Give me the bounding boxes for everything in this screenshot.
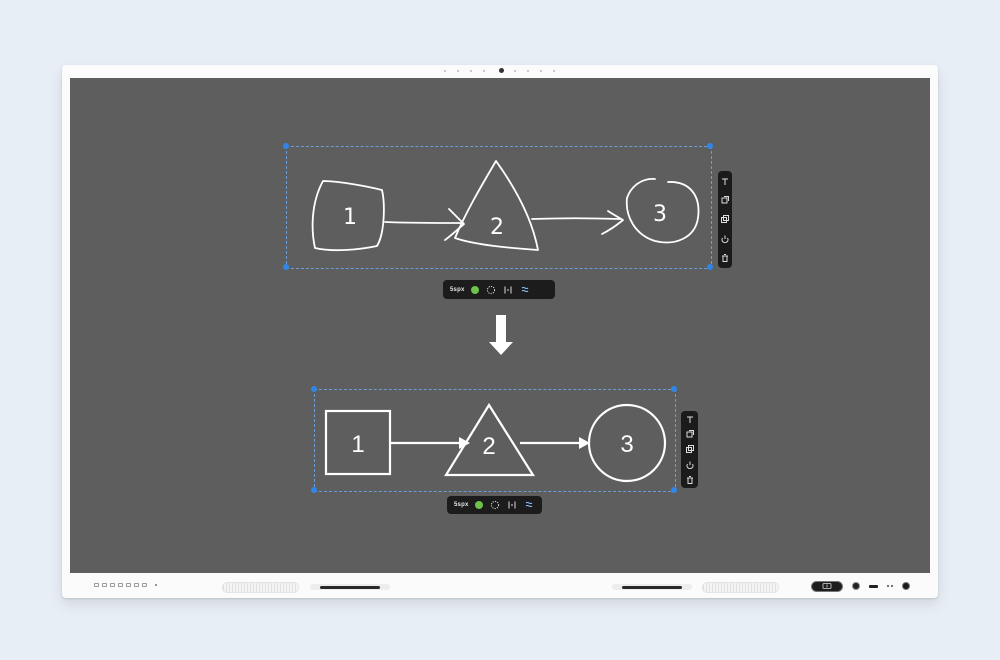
- stroke-color-swatch[interactable]: [475, 501, 484, 509]
- sensor-dot: [457, 70, 459, 72]
- recognized-format-toolbar: 5spx: [447, 496, 542, 514]
- input-source-icon: [822, 583, 832, 589]
- interactive-display-frame: 1 2 3 5spx 1 2 3 5spx: [62, 65, 938, 598]
- recognized-side-toolbar: [681, 411, 698, 488]
- fill-dotted-circle-icon[interactable]: [490, 500, 500, 510]
- right-speaker-grille: [702, 582, 779, 593]
- line-style-icon[interactable]: [507, 500, 517, 510]
- front-ports: [94, 583, 157, 589]
- sensor-dot: [444, 70, 446, 72]
- stylus-pen-right[interactable]: [622, 585, 682, 589]
- card-slot-icon: [869, 584, 878, 588]
- input-source-button[interactable]: [811, 580, 843, 592]
- copy-icon[interactable]: [685, 429, 695, 439]
- hdmi-port-icon[interactable]: [110, 583, 115, 587]
- sensor-dot: [483, 70, 485, 72]
- sensor-icon: [887, 585, 893, 587]
- right-pen-tray: [612, 584, 692, 590]
- sensor-dot: [470, 70, 472, 72]
- stylus-pen-left[interactable]: [320, 585, 380, 589]
- usb-port-icon[interactable]: [142, 583, 147, 587]
- power-button[interactable]: [902, 582, 910, 590]
- shape-recognition-icon[interactable]: [524, 500, 534, 510]
- node-label-3: 3: [620, 431, 633, 458]
- sensor-dot: [514, 70, 516, 72]
- camera-icon: [499, 68, 504, 73]
- sensor-dot: [540, 70, 542, 72]
- camera-strip: [442, 67, 558, 73]
- usb-port-icon[interactable]: [102, 583, 107, 587]
- stroke-size-label[interactable]: 5spx: [454, 502, 468, 508]
- front-controls: [811, 580, 910, 592]
- left-speaker-grille: [222, 582, 299, 593]
- sensor-dot: [553, 70, 555, 72]
- home-button[interactable]: [852, 582, 860, 590]
- led-icon: [155, 584, 157, 586]
- usb-port-icon[interactable]: [126, 583, 131, 587]
- bring-to-front-icon[interactable]: [685, 414, 695, 424]
- recognize-icon[interactable]: [685, 460, 695, 470]
- duplicate-icon[interactable]: [685, 444, 695, 454]
- node-label-1: 1: [351, 431, 364, 458]
- whiteboard-canvas[interactable]: 1 2 3 5spx 1 2 3 5spx: [70, 78, 930, 573]
- delete-icon[interactable]: [685, 475, 695, 485]
- sensor-dot: [527, 70, 529, 72]
- usb-port-icon[interactable]: [94, 583, 99, 587]
- usb-port-icon[interactable]: [118, 583, 123, 587]
- usb-port-icon[interactable]: [134, 583, 139, 587]
- left-pen-tray: [310, 584, 390, 590]
- node-label-2: 2: [482, 433, 495, 460]
- bottom-bezel: [62, 573, 938, 598]
